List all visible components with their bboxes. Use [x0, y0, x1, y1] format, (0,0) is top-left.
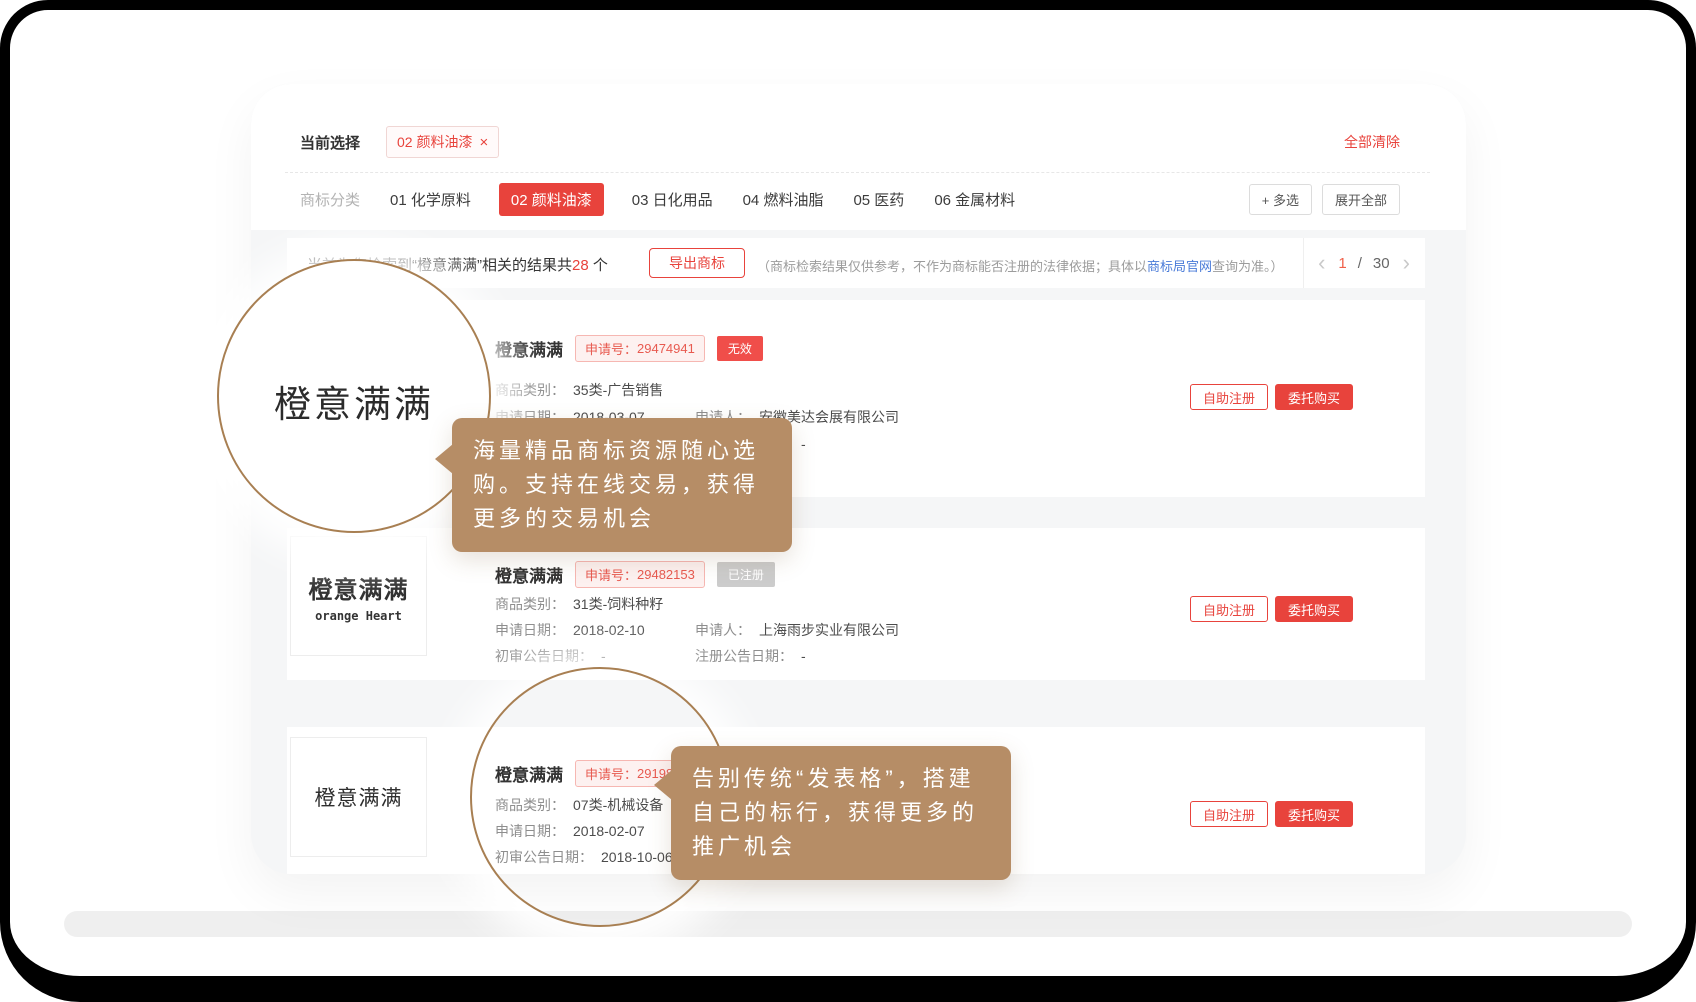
callout-tooltip-promotion: 告别传统“发表格”，搭建 自己的标行，获得更多的 推广机会 — [671, 746, 1011, 880]
category-tab-01[interactable]: 01 化学原料 — [388, 183, 473, 216]
disclaimer-post: 查询为准。） — [1212, 259, 1284, 274]
applicant-field: 申请人：上海雨步实业有限公司 — [695, 620, 899, 640]
current-selection-label: 当前选择 — [300, 132, 360, 153]
selected-filter-tag[interactable]: 02 颜料油漆 × — [386, 126, 499, 158]
trademark-title-line: 橙意满满 申请号：29474941 无效 — [495, 336, 763, 360]
total-pages: 30 — [1373, 255, 1390, 272]
prev-page-icon[interactable]: ‹ — [1316, 252, 1327, 274]
trademark-image-text: 橙意满满 — [315, 782, 403, 812]
application-number: 29474941 — [637, 341, 695, 356]
multi-select-button[interactable]: + 多选 — [1249, 184, 1312, 215]
export-trademarks-button[interactable]: 导出商标 — [649, 248, 745, 278]
magnified-trademark-text: 橙意满满 — [274, 374, 434, 428]
trademark-title-line: 橙意满满 申请号：29482153 已注册 — [495, 562, 775, 586]
category-tab-05[interactable]: 05 医药 — [851, 183, 906, 216]
screen-mockup: 当前选择 02 颜料油漆 × 全部清除 商标分类 01 化学原料 02 颜料油漆… — [0, 0, 1696, 1002]
magnifier-circle: 橙意满满 — [217, 259, 491, 533]
first-publication-field: 初审公告日期：- — [495, 646, 606, 666]
trademark-name[interactable]: 橙意满满 — [495, 562, 563, 587]
close-icon[interactable]: × — [479, 135, 488, 150]
trademark-image-text: 橙意满满 — [309, 570, 409, 605]
category-field: 商品类别：35类-广告销售 — [495, 380, 663, 400]
disclaimer-note: （商标检索结果仅供参考，不作为商标能否注册的法律依据；具体以商标局官网查询为准。… — [757, 256, 1284, 275]
results-header: 当前为您检索到“橙意满满”相关的结果共28 个 导出商标 （商标检索结果仅供参考… — [287, 238, 1425, 288]
category-field: 商品类别：31类-饲料种籽 — [495, 594, 663, 614]
laptop-base — [64, 911, 1632, 937]
pagination: ‹ 1 / 30 › — [1303, 238, 1425, 288]
registration-publication-field: 注册公告日期：- — [695, 646, 806, 666]
application-number-label: 申请号： — [585, 565, 637, 584]
category-tab-03[interactable]: 03 日化用品 — [630, 183, 715, 216]
results-count: 28 — [572, 257, 589, 274]
category-tabs: 01 化学原料 02 颜料油漆 03 日化用品 04 燃料油脂 05 医药 06… — [388, 183, 1017, 216]
application-number-label: 申请号： — [585, 339, 637, 358]
application-number-tag: 申请号：29474941 — [575, 335, 705, 362]
current-page: 1 — [1338, 255, 1346, 272]
entrust-buy-button[interactable]: 委托购买 — [1275, 384, 1353, 410]
expand-all-button[interactable]: 展开全部 — [1322, 184, 1400, 215]
category-tab-02-selected[interactable]: 02 颜料油漆 — [499, 183, 604, 216]
current-selection-row: 当前选择 02 颜料油漆 × 全部清除 — [300, 124, 1400, 160]
entrust-buy-button[interactable]: 委托购买 — [1275, 801, 1353, 827]
application-number: 29482153 — [637, 567, 695, 582]
trademark-name[interactable]: 橙意满满 — [495, 336, 563, 361]
clear-all-link[interactable]: 全部清除 — [1344, 132, 1400, 152]
trademark-image-subtext: orange Heart — [315, 609, 402, 623]
callout-tooltip-trade: 海量精品商标资源随心选 购。支持在线交易，获得 更多的交易机会 — [452, 418, 792, 552]
trademark-office-link[interactable]: 商标局官网 — [1147, 259, 1212, 274]
category-row: 商标分类 01 化学原料 02 颜料油漆 03 日化用品 04 燃料油脂 05 … — [300, 180, 1400, 218]
application-number-tag: 申请号：29482153 — [575, 561, 705, 588]
status-badge: 已注册 — [717, 562, 775, 587]
next-page-icon[interactable]: › — [1401, 252, 1412, 274]
status-badge: 无效 — [717, 336, 763, 361]
results-unit: 个 — [589, 257, 608, 274]
entrust-buy-button[interactable]: 委托购买 — [1275, 596, 1353, 622]
self-register-button[interactable]: 自助注册 — [1190, 596, 1268, 622]
selected-filter-tag-label: 02 颜料油漆 — [397, 132, 472, 152]
category-tab-04[interactable]: 04 燃料油脂 — [741, 183, 826, 216]
category-tab-06[interactable]: 06 金属材料 — [932, 183, 1017, 216]
category-actions: + 多选 展开全部 — [1249, 184, 1400, 215]
page-separator: / — [1358, 255, 1362, 272]
self-register-button[interactable]: 自助注册 — [1190, 801, 1268, 827]
disclaimer-pre: （商标检索结果仅供参考，不作为商标能否注册的法律依据；具体以 — [757, 259, 1147, 274]
trademark-image: 橙意满满 orange Heart — [290, 536, 427, 656]
filter-panel: 当前选择 02 颜料油漆 × 全部清除 商标分类 01 化学原料 02 颜料油漆… — [251, 84, 1466, 230]
trademark-image: 橙意满满 — [290, 737, 427, 857]
apply-date-field: 申请日期：2018-02-10 — [495, 620, 645, 640]
divider — [285, 172, 1430, 173]
self-register-button[interactable]: 自助注册 — [1190, 384, 1268, 410]
category-label: 商标分类 — [300, 189, 360, 210]
